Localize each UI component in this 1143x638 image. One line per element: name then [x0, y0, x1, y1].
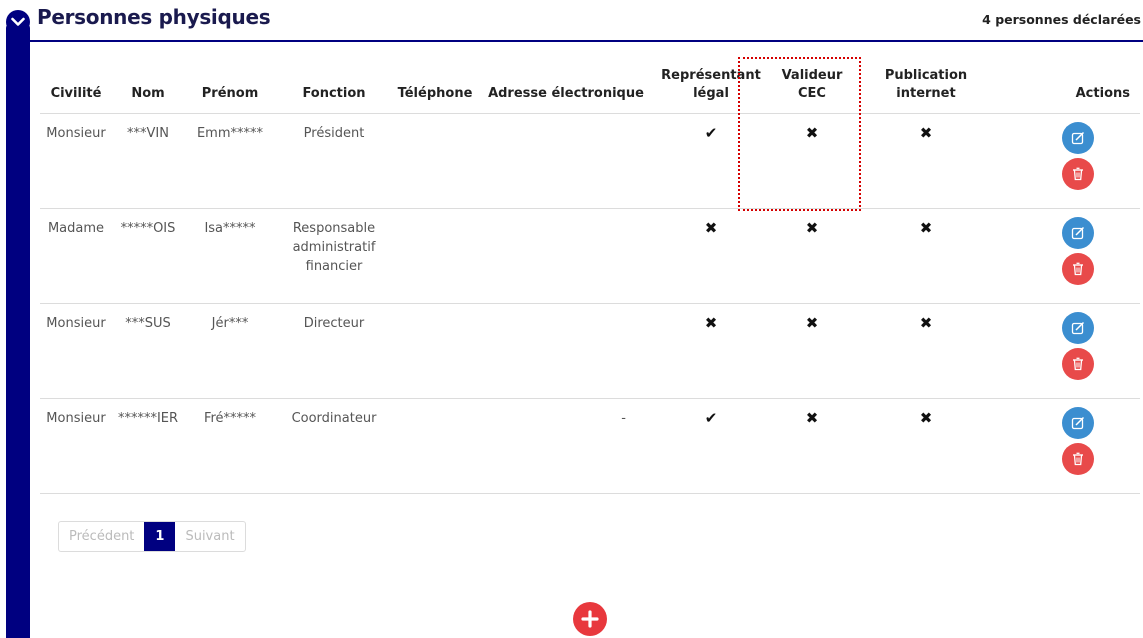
add-person-button[interactable] — [573, 602, 607, 636]
cell-actions — [996, 113, 1140, 209]
section-toggle-button[interactable] — [6, 10, 30, 34]
table-row: Madame *****OIS Isa***** Responsable admi… — [40, 208, 1140, 304]
cell-civilite: Monsieur — [40, 398, 112, 494]
cell-nom: ***VIN — [112, 113, 184, 209]
edit-button[interactable] — [1062, 217, 1094, 249]
table-row: Monsieur ***SUS Jér*** Directeur ✖ ✖ ✖ — [40, 303, 1140, 399]
trash-icon — [1073, 452, 1083, 466]
edit-icon — [1071, 131, 1085, 145]
table-row: Monsieur ******IER Fré***** Coordinateur… — [40, 398, 1140, 494]
edit-button[interactable] — [1062, 407, 1094, 439]
pagination-previous[interactable]: Précédent — [59, 522, 144, 551]
cell-email — [478, 303, 654, 399]
header-telephone: Téléphone — [392, 56, 478, 114]
cell-civilite: Madame — [40, 208, 112, 304]
header-fonction: Fonction — [276, 56, 392, 114]
header-publication-internet: Publication internet — [856, 56, 996, 114]
cell-prenom: Jér*** — [184, 303, 276, 399]
cell-prenom: Fré***** — [184, 398, 276, 494]
cell-fonction: Responsable administratif financier — [276, 208, 392, 304]
trash-icon — [1073, 167, 1083, 181]
pagination-next[interactable]: Suivant — [175, 522, 244, 551]
cell-representant-legal: ✔ — [654, 398, 768, 494]
cell-nom: ***SUS — [112, 303, 184, 399]
cell-nom: *****OIS — [112, 208, 184, 304]
delete-button[interactable] — [1062, 348, 1094, 380]
section-title: Personnes physiques — [37, 5, 271, 29]
representant-legal-highlight — [738, 57, 861, 211]
cell-email — [478, 208, 654, 304]
edit-button[interactable] — [1062, 122, 1094, 154]
cell-publication-internet: ✖ — [856, 398, 996, 494]
header-nom: Nom — [112, 56, 184, 114]
delete-button[interactable] — [1062, 253, 1094, 285]
cell-representant-legal: ✖ — [654, 208, 768, 304]
header-email: Adresse électronique — [478, 56, 654, 114]
trash-icon — [1073, 357, 1083, 371]
cell-email: - — [478, 398, 654, 494]
cross-icon: ✖ — [805, 314, 819, 332]
delete-button[interactable] — [1062, 158, 1094, 190]
cell-fonction: Président — [276, 113, 392, 209]
cross-icon: ✖ — [704, 219, 718, 237]
cell-fonction: Directeur — [276, 303, 392, 399]
cross-icon: ✖ — [919, 124, 933, 142]
cell-valideur-cec: ✖ — [768, 398, 856, 494]
chevron-down-icon — [11, 17, 25, 26]
delete-button[interactable] — [1062, 443, 1094, 475]
cell-telephone — [392, 398, 478, 494]
cell-civilite: Monsieur — [40, 113, 112, 209]
pagination: Précédent 1 Suivant — [58, 521, 246, 552]
cell-telephone — [392, 303, 478, 399]
cell-publication-internet: ✖ — [856, 303, 996, 399]
cross-icon: ✖ — [919, 409, 933, 427]
pagination-page-1[interactable]: 1 — [144, 522, 176, 551]
cross-icon: ✖ — [919, 219, 933, 237]
cell-valideur-cec: ✖ — [768, 303, 856, 399]
cell-publication-internet: ✖ — [856, 113, 996, 209]
cell-fonction: Coordinateur — [276, 398, 392, 494]
cell-actions — [996, 208, 1140, 304]
cell-email — [478, 113, 654, 209]
edit-icon — [1071, 226, 1085, 240]
cell-prenom: Emm***** — [184, 113, 276, 209]
check-icon: ✔ — [704, 409, 718, 427]
table-header-row: Civilité Nom Prénom Fonction Téléphone A… — [40, 56, 1140, 114]
cell-civilite: Monsieur — [40, 303, 112, 399]
trash-icon — [1073, 262, 1083, 276]
header-actions: Actions — [996, 56, 1140, 114]
cross-icon: ✖ — [704, 314, 718, 332]
section-side-bar — [6, 24, 30, 638]
edit-icon — [1071, 321, 1085, 335]
edit-button[interactable] — [1062, 312, 1094, 344]
cross-icon: ✖ — [805, 409, 819, 427]
header-prenom: Prénom — [184, 56, 276, 114]
cell-telephone — [392, 113, 478, 209]
cross-icon: ✖ — [805, 219, 819, 237]
plus-icon — [581, 610, 599, 628]
persons-count: 4 personnes déclarées — [982, 12, 1141, 27]
header-civilite: Civilité — [40, 56, 112, 114]
title-underline — [30, 40, 1143, 42]
persons-table: Civilité Nom Prénom Fonction Téléphone A… — [40, 56, 1140, 494]
check-icon: ✔ — [704, 124, 718, 142]
cross-icon: ✖ — [919, 314, 933, 332]
edit-icon — [1071, 416, 1085, 430]
cell-actions — [996, 398, 1140, 494]
table-row: Monsieur ***VIN Emm***** Président ✔ ✖ ✖ — [40, 113, 1140, 209]
cell-valideur-cec: ✖ — [768, 208, 856, 304]
cell-nom: ******IER — [112, 398, 184, 494]
cell-publication-internet: ✖ — [856, 208, 996, 304]
cell-representant-legal: ✖ — [654, 303, 768, 399]
cell-prenom: Isa***** — [184, 208, 276, 304]
cell-actions — [996, 303, 1140, 399]
cell-telephone — [392, 208, 478, 304]
